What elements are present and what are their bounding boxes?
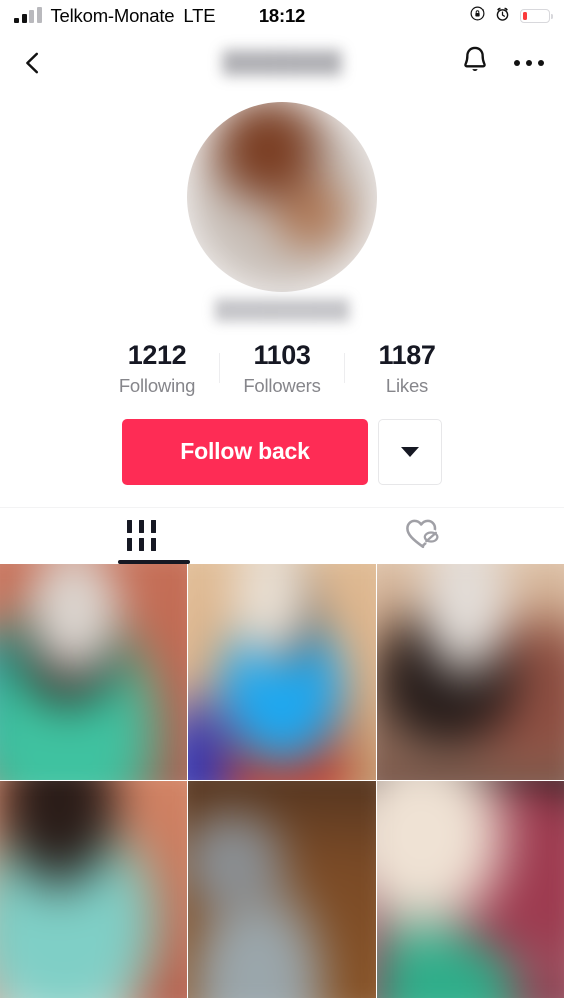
- profile-header: ██████████ 1212 Following 1103 Followers…: [0, 94, 564, 485]
- chevron-left-icon: [26, 52, 39, 74]
- stat-followers[interactable]: 1103 Followers: [220, 340, 344, 397]
- rotation-lock-icon: [470, 6, 485, 26]
- avatar[interactable]: [187, 102, 377, 292]
- video-thumbnail-image: [376, 563, 564, 781]
- carrier-name: Telkom-Monate: [50, 5, 175, 26]
- video-thumbnail-image: [376, 781, 564, 998]
- video-thumbnail-image: [0, 781, 188, 998]
- likes-label: Likes: [385, 374, 429, 396]
- video-thumbnail[interactable]: [0, 563, 188, 781]
- video-grid: [0, 563, 564, 998]
- bell-icon[interactable]: [460, 45, 490, 82]
- stat-following[interactable]: 1212 Following: [95, 340, 219, 397]
- follow-back-button[interactable]: Follow back: [122, 418, 368, 485]
- video-thumbnail-image: [188, 563, 376, 781]
- tiktok-profile-screen: Telkom-Monate LTE 18:12 ████████ ███████…: [0, 0, 564, 1004]
- profile-tabs: [0, 507, 564, 564]
- video-thumbnail[interactable]: [376, 563, 564, 781]
- three-dots-icon[interactable]: [513, 54, 544, 73]
- grid-icon: [126, 520, 156, 552]
- following-count: 1212: [127, 340, 187, 370]
- video-thumbnail-image: [188, 781, 376, 998]
- profile-actions: Follow back: [0, 418, 564, 485]
- battery-icon: [520, 9, 553, 23]
- username-text: ██████████: [214, 300, 350, 321]
- followers-count: 1103: [253, 340, 311, 370]
- video-thumbnail[interactable]: [0, 781, 188, 998]
- tab-liked-private[interactable]: [282, 508, 564, 564]
- video-thumbnail[interactable]: [188, 563, 376, 781]
- status-bar-left: Telkom-Monate LTE: [14, 5, 216, 27]
- video-thumbnail-image: [0, 563, 188, 781]
- stat-likes[interactable]: 1187 Likes: [345, 340, 469, 397]
- status-bar-right: [470, 6, 553, 27]
- likes-count: 1187: [378, 340, 436, 370]
- avatar-image: [187, 102, 377, 292]
- followers-label: Followers: [243, 374, 321, 396]
- more-options-button[interactable]: [378, 418, 442, 485]
- following-label: Following: [118, 374, 196, 396]
- navigation-bar: ████████: [0, 32, 564, 94]
- network-type: LTE: [183, 5, 216, 26]
- profile-title-text: ████████: [222, 51, 342, 74]
- alarm-clock-icon: [495, 6, 510, 27]
- caret-down-icon: [401, 446, 419, 457]
- heart-eye-off-icon: [403, 515, 443, 556]
- profile-stats: 1212 Following 1103 Followers 1187 Likes: [0, 340, 564, 397]
- navigation-actions: [460, 45, 544, 82]
- status-bar: Telkom-Monate LTE 18:12: [0, 0, 564, 32]
- back-button[interactable]: [20, 43, 60, 83]
- tab-videos[interactable]: [0, 508, 282, 564]
- signal-bars-icon: [14, 7, 42, 23]
- video-thumbnail[interactable]: [188, 781, 376, 998]
- profile-username: ██████████: [0, 298, 564, 324]
- video-thumbnail[interactable]: [376, 781, 564, 998]
